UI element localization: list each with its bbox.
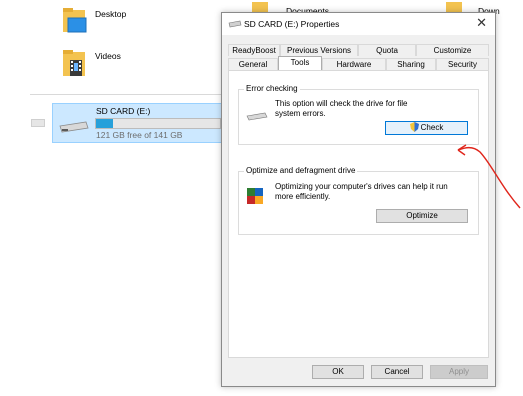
- drive-small-icon: [228, 19, 242, 31]
- error-checking-title: Error checking: [244, 84, 300, 93]
- drive-icon-error: [246, 112, 268, 124]
- collapse-toggle[interactable]: [31, 119, 45, 127]
- check-button-label: Check: [420, 123, 444, 132]
- drive-capacity-bar: [95, 118, 221, 129]
- desktop-folder-icon[interactable]: [62, 6, 87, 34]
- tab-security[interactable]: Security: [436, 58, 489, 70]
- ok-button[interactable]: OK: [312, 365, 364, 379]
- defrag-icon: [245, 184, 267, 208]
- drive-free-space: 121 GB free of 141 GB: [96, 130, 183, 140]
- drive-icon: [58, 120, 90, 136]
- tab-customize[interactable]: Customize: [416, 44, 489, 56]
- cancel-button[interactable]: Cancel: [371, 365, 423, 379]
- tab-hardware[interactable]: Hardware: [322, 58, 386, 70]
- tab-sharing[interactable]: Sharing: [386, 58, 436, 70]
- dialog-title: SD CARD (E:) Properties: [244, 19, 340, 29]
- check-button[interactable]: Check: [385, 121, 468, 135]
- section-divider: [30, 94, 225, 95]
- tab-tools[interactable]: Tools: [278, 56, 322, 70]
- dialog-titlebar[interactable]: SD CARD (E:) Properties ✕: [222, 13, 495, 35]
- error-checking-description: This option will check the drive for fil…: [275, 99, 408, 118]
- desktop-folder-label[interactable]: Desktop: [95, 9, 126, 19]
- tab-readyboost[interactable]: ReadyBoost: [228, 44, 280, 56]
- error-checking-group: Error checking This option will check th…: [238, 84, 479, 145]
- optimize-description: Optimizing your computer's drives can he…: [275, 182, 448, 201]
- optimize-title: Optimize and defragment drive: [244, 166, 358, 175]
- videos-folder-icon[interactable]: [62, 48, 85, 76]
- annotation-arrow: [457, 144, 521, 209]
- tab-row-top: ReadyBoost Previous Versions Quota Custo…: [228, 44, 489, 56]
- drive-name[interactable]: SD CARD (E:): [96, 106, 150, 116]
- tab-previous-versions[interactable]: Previous Versions: [280, 44, 358, 56]
- tab-general[interactable]: General: [228, 58, 278, 70]
- videos-folder-label[interactable]: Videos: [95, 51, 121, 61]
- drive-capacity-fill: [96, 119, 114, 128]
- tab-row-bottom: General Tools Hardware Sharing Security: [228, 56, 489, 70]
- close-icon[interactable]: ✕: [476, 15, 487, 31]
- shield-icon: [409, 122, 419, 136]
- apply-button[interactable]: Apply: [430, 365, 488, 379]
- tab-quota[interactable]: Quota: [358, 44, 416, 56]
